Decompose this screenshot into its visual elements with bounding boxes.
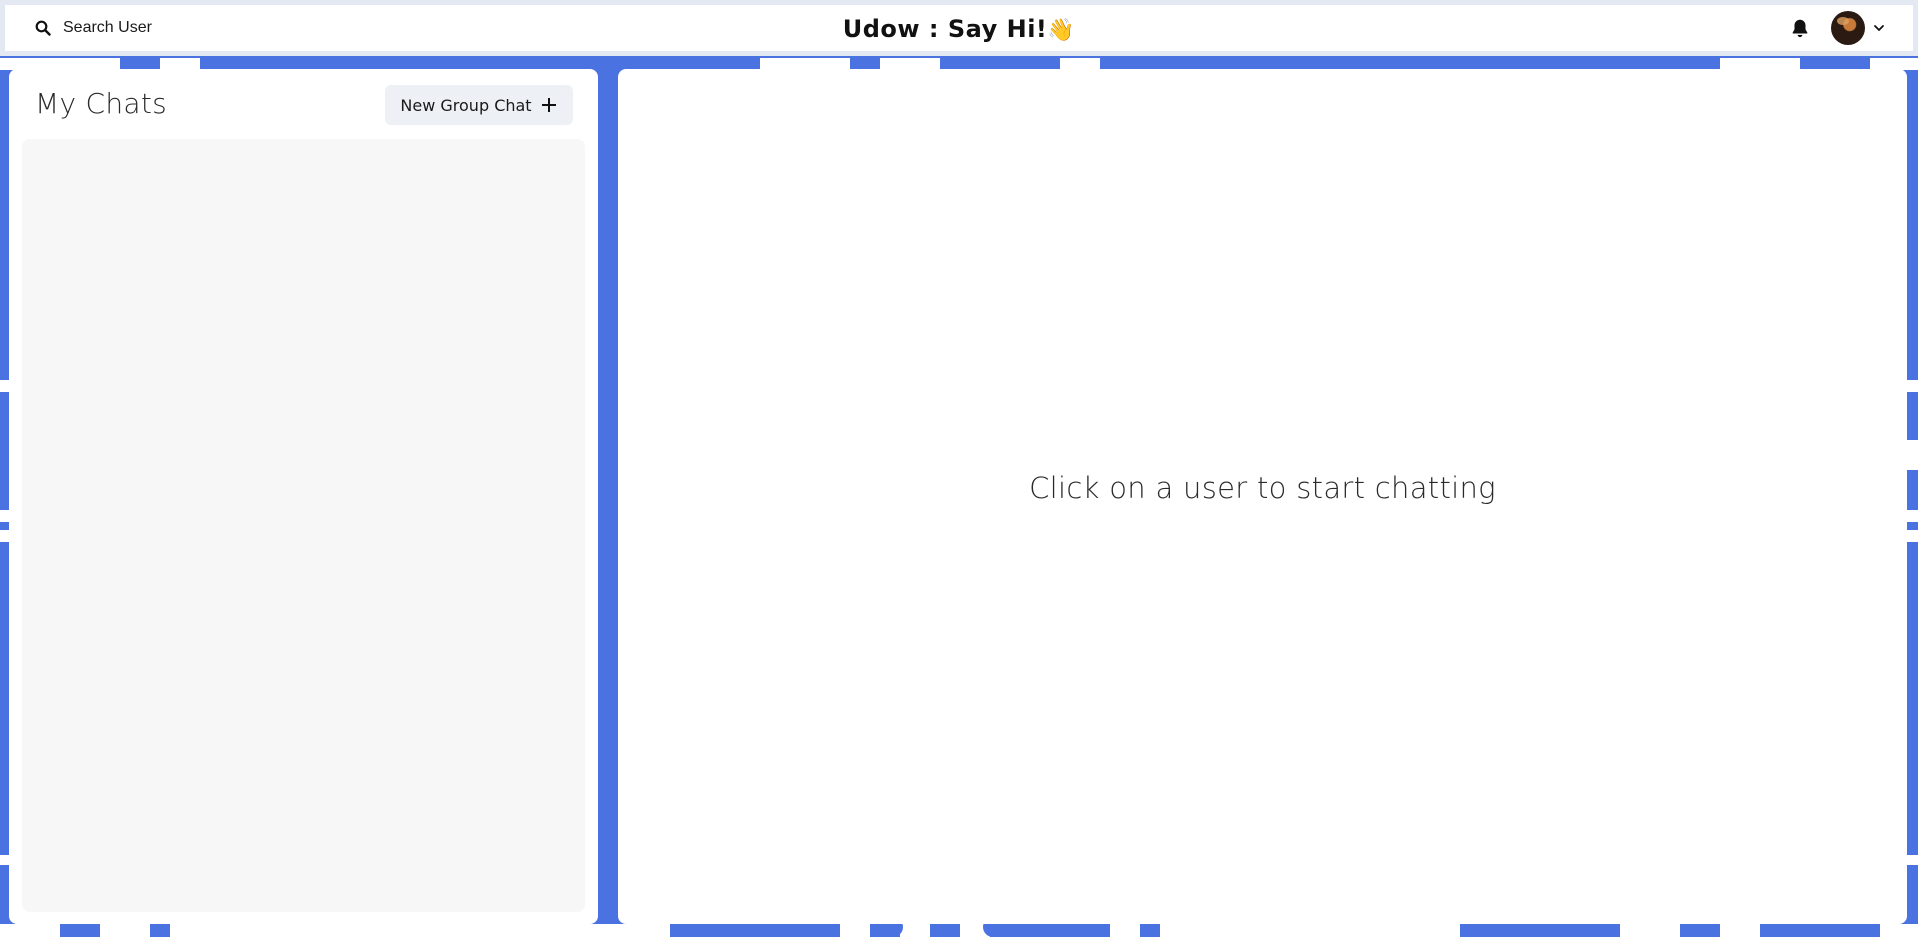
- new-group-chat-label: New Group Chat: [400, 95, 532, 115]
- profile-menu-button[interactable]: [1831, 11, 1885, 45]
- waving-hand-emoji: 👋: [1047, 18, 1076, 43]
- chevron-down-icon: [1874, 25, 1884, 31]
- search-icon: [35, 20, 51, 36]
- app-title-text: Udow : Say Hi!: [842, 15, 1048, 43]
- top-navbar: Search User Udow : Say Hi!👋: [0, 0, 1918, 56]
- my-chats-panel: My Chats New Group Chat: [9, 69, 598, 924]
- empty-chat-message: Click on a user to start chatting: [1029, 471, 1496, 505]
- user-avatar: [1831, 11, 1865, 45]
- chat-list[interactable]: [22, 139, 585, 912]
- chat-window: Click on a user to start chatting: [618, 69, 1907, 924]
- new-group-chat-button[interactable]: New Group Chat: [385, 85, 573, 125]
- search-user-label: Search User: [63, 19, 152, 36]
- app-title: Udow : Say Hi!👋: [843, 15, 1076, 43]
- plus-icon: [541, 98, 556, 112]
- topbar-actions: [1789, 11, 1885, 45]
- search-user-button[interactable]: Search User: [25, 14, 162, 42]
- my-chats-title: My Chats: [35, 87, 168, 120]
- bell-icon[interactable]: [1789, 17, 1811, 39]
